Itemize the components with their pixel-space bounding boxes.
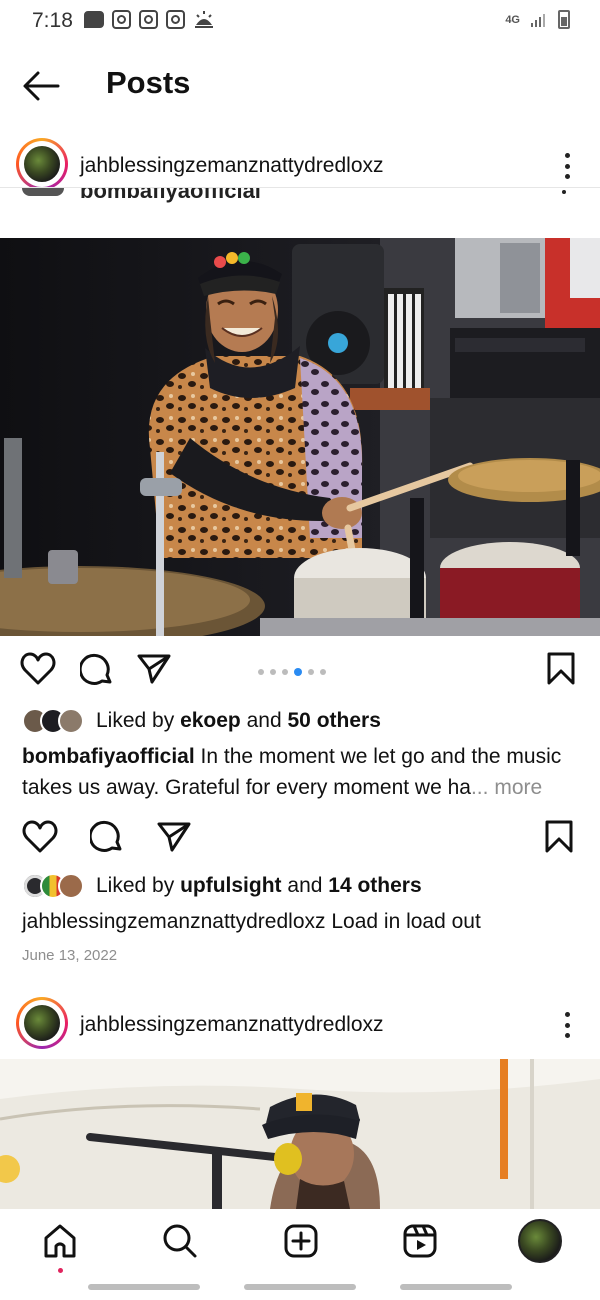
post-caption: jahblessingzemanznattydredloxz Load in l… — [22, 906, 582, 937]
like-heart-icon[interactable] — [20, 652, 56, 686]
save-bookmark-icon[interactable] — [546, 652, 576, 686]
likes-and: and — [287, 874, 323, 897]
search-icon[interactable] — [162, 1223, 198, 1259]
likes-and: and — [246, 709, 282, 732]
likes-summary[interactable]: Liked by ekoep and 50 others — [22, 708, 381, 734]
caption-more-link[interactable]: more — [494, 776, 542, 799]
share-send-icon[interactable] — [136, 652, 172, 686]
embedded-logo — [22, 188, 64, 196]
post-author-username[interactable]: jahblessingzemanznattydredloxz — [80, 154, 384, 178]
likes-others[interactable]: 50 others — [288, 709, 381, 733]
create-post-icon[interactable] — [283, 1223, 319, 1259]
drummer-photo — [0, 238, 600, 636]
post-header: jahblessingzemanznattydredloxz — [0, 991, 600, 1057]
share-send-icon[interactable] — [156, 820, 192, 854]
gesture-handle — [400, 1284, 512, 1290]
more-options-icon[interactable] — [557, 149, 577, 183]
post-author-avatar[interactable] — [16, 138, 68, 190]
bottom-navigation — [0, 1209, 600, 1279]
embedded-more-icon — [562, 190, 566, 194]
avatar-image — [22, 144, 62, 184]
page-title: Posts — [106, 65, 191, 100]
signal-icon — [531, 13, 545, 27]
carousel-indicator — [258, 668, 326, 676]
weather-icon — [195, 11, 213, 28]
liker-avatar — [58, 873, 84, 899]
caption-ellipsis: ... — [470, 776, 489, 799]
back-arrow-icon[interactable] — [20, 66, 62, 106]
instagram-notification-icon — [112, 10, 131, 29]
caption-text: Load in load out — [331, 910, 481, 933]
status-bar: 7:18 4G — [0, 0, 600, 42]
caption-username[interactable]: bombafiyaofficial — [22, 745, 195, 768]
gesture-handle — [244, 1284, 356, 1290]
singer-photo — [0, 1059, 600, 1209]
gesture-handle — [88, 1284, 200, 1290]
battery-icon — [558, 10, 570, 29]
chat-notification-icon — [84, 11, 104, 28]
post-caption: bombafiyaofficial In the moment we let g… — [22, 741, 582, 803]
post-author-avatar[interactable] — [16, 997, 68, 1049]
post-date: June 13, 2022 — [22, 947, 118, 964]
post-image[interactable] — [0, 238, 600, 636]
like-heart-icon[interactable] — [22, 820, 58, 854]
caption-username[interactable]: jahblessingzemanznattydredloxz — [22, 910, 326, 933]
likes-user[interactable]: upfulsight — [180, 874, 281, 898]
more-options-icon[interactable] — [557, 1008, 577, 1042]
likes-prefix: Liked by — [96, 709, 175, 732]
liker-avatars — [22, 708, 84, 734]
page-header: Posts — [0, 52, 600, 118]
reels-icon[interactable] — [402, 1223, 438, 1259]
post-actions — [0, 808, 600, 864]
comment-icon[interactable] — [80, 653, 114, 687]
likes-user[interactable]: ekoep — [180, 709, 241, 733]
network-type: 4G — [505, 13, 520, 26]
notification-icons — [84, 10, 215, 29]
post-author-username[interactable]: jahblessingzemanznattydredloxz — [80, 1013, 384, 1037]
profile-avatar[interactable] — [518, 1219, 562, 1263]
home-notification-dot — [58, 1268, 63, 1273]
liker-avatar — [58, 708, 84, 734]
comment-icon[interactable] — [90, 820, 124, 854]
avatar-image — [22, 1003, 62, 1043]
likes-others[interactable]: 14 others — [328, 874, 421, 898]
embedded-username: bombafiyaofficial — [80, 187, 261, 203]
likes-prefix: Liked by — [96, 874, 175, 897]
likes-summary[interactable]: Liked by upfulsight and 14 others — [22, 873, 422, 899]
embedded-post-header: bombafiyaofficial — [0, 187, 600, 203]
instagram-notification-icon — [166, 10, 185, 29]
status-time: 7:18 — [32, 9, 73, 32]
post-actions — [0, 642, 600, 698]
system-status: 4G — [505, 10, 570, 29]
instagram-notification-icon — [139, 10, 158, 29]
home-icon[interactable] — [42, 1223, 78, 1259]
post-image[interactable] — [0, 1059, 600, 1209]
save-bookmark-icon[interactable] — [544, 820, 574, 854]
liker-avatars — [22, 873, 84, 899]
